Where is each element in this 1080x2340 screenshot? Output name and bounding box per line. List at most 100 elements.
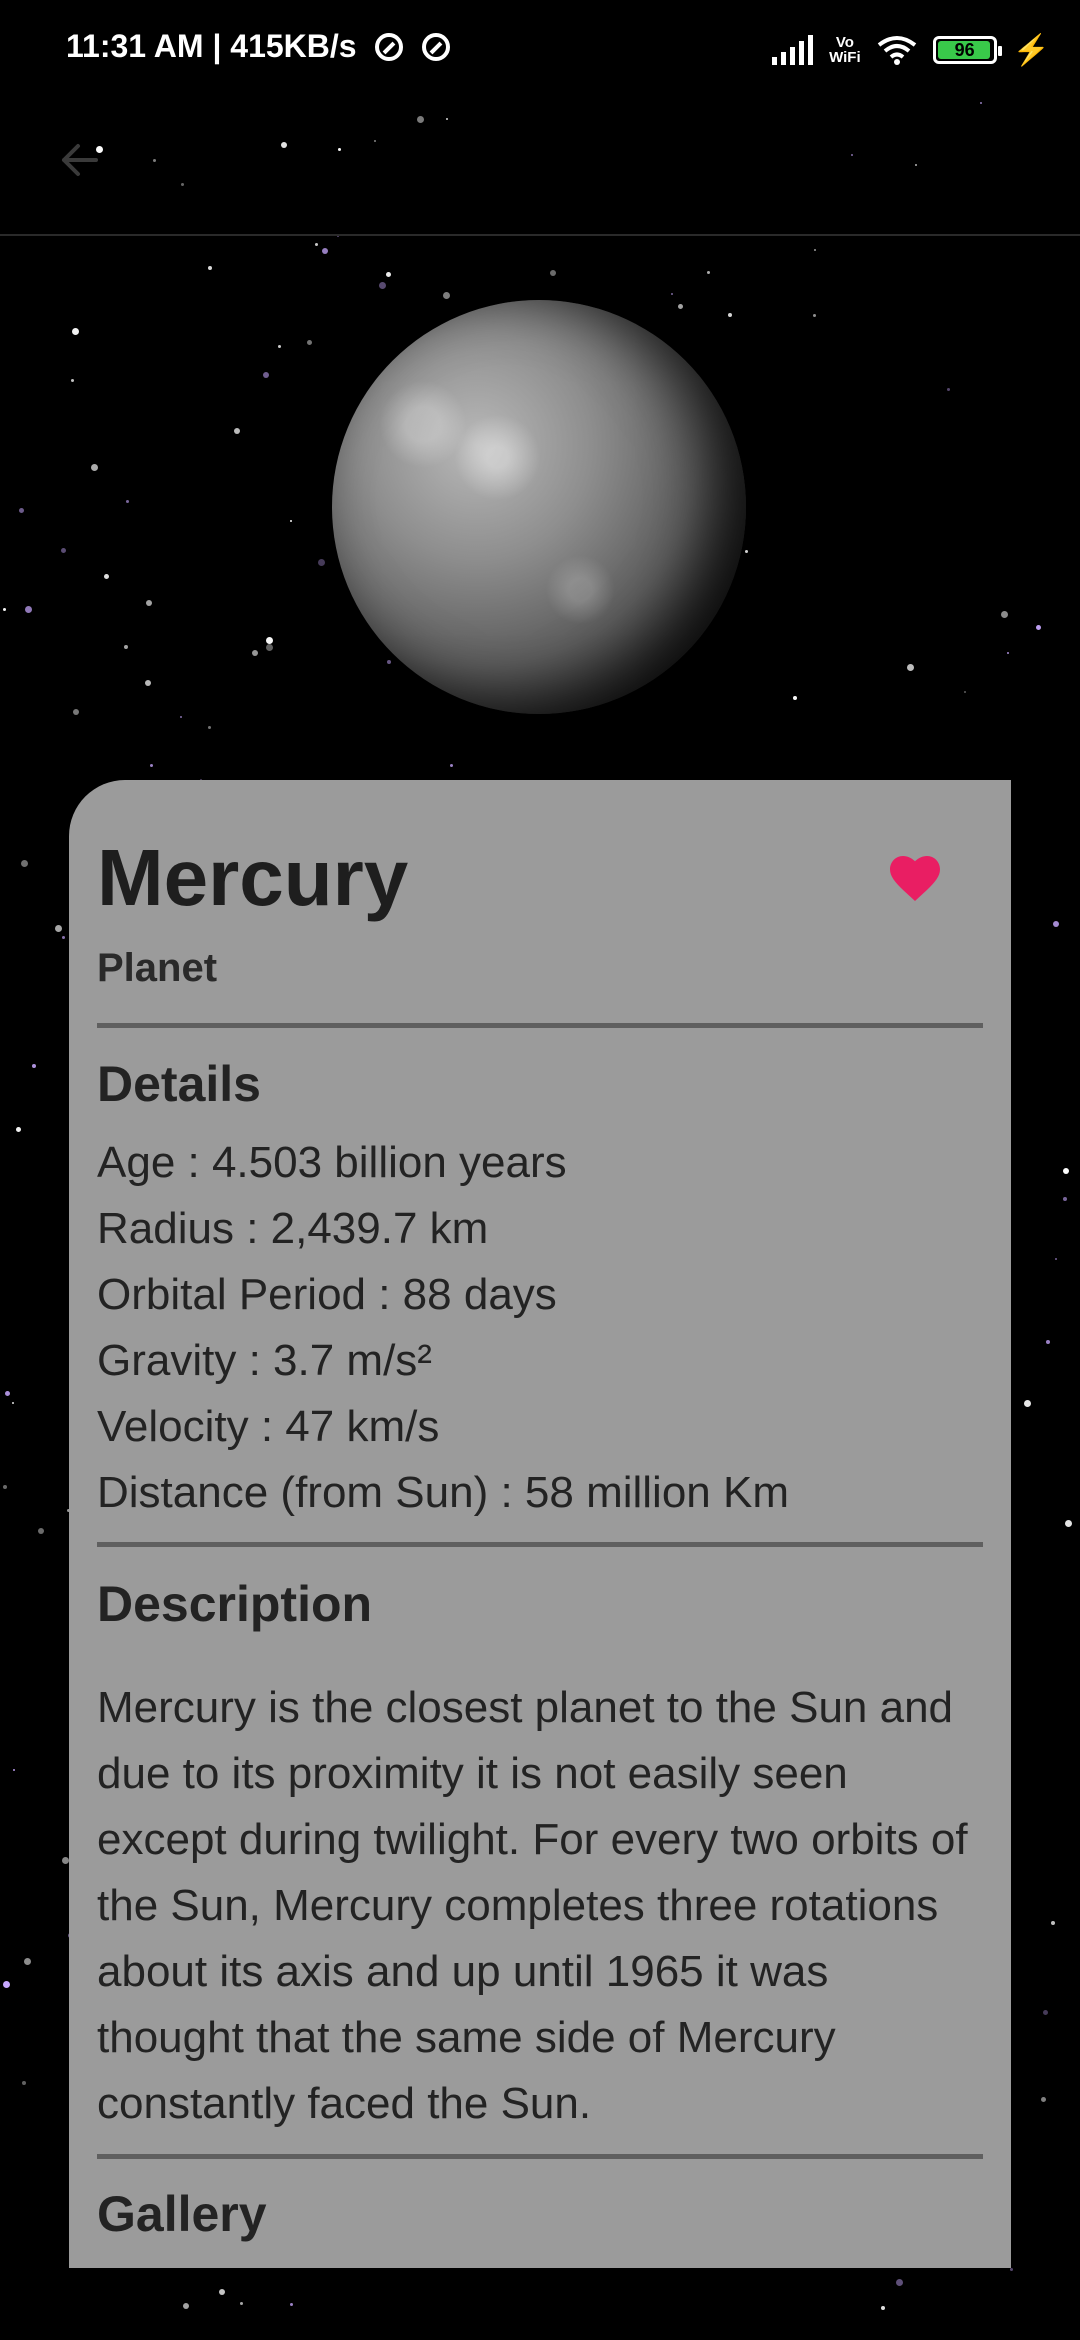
star [443, 292, 450, 299]
details-list: Age : 4.503 billion years Radius : 2,439… [97, 1130, 789, 1526]
star [322, 248, 328, 254]
star [1053, 921, 1059, 927]
planet-image [332, 300, 746, 714]
star [71, 379, 74, 382]
star [13, 1769, 15, 1771]
star [1051, 1921, 1055, 1925]
star [3, 1485, 7, 1489]
star [24, 1958, 31, 1965]
star [183, 2303, 189, 2309]
notification-icon [375, 33, 404, 61]
planet-type: Planet [97, 946, 218, 990]
charging-icon: ⚡ [1012, 33, 1050, 67]
star [315, 243, 318, 246]
arrow-left-icon[interactable] [50, 130, 110, 190]
star [16, 1127, 21, 1132]
star [1041, 2097, 1046, 2102]
star [1036, 625, 1041, 630]
star [678, 304, 683, 309]
status-bar: 11:31 AM | 415KB/s Vo WiFi 96 ⚡ [0, 0, 1080, 100]
star [73, 709, 79, 715]
star [3, 608, 6, 611]
detail-age: Age : 4.503 billion years [97, 1138, 567, 1187]
detail-distance: Distance (from Sun) : 58 million Km [97, 1468, 789, 1517]
star [104, 574, 109, 579]
star [1055, 1258, 1057, 1260]
wifi-icon [877, 36, 916, 65]
star [150, 764, 153, 767]
star [72, 328, 79, 335]
star [266, 644, 273, 651]
star [386, 272, 391, 277]
star [450, 764, 453, 767]
star [38, 1528, 44, 1534]
star [208, 266, 212, 270]
star [307, 340, 312, 345]
star [91, 464, 98, 471]
star [25, 606, 32, 613]
star [1024, 1400, 1031, 1407]
star [671, 293, 673, 295]
star [387, 660, 391, 664]
star [964, 691, 966, 693]
star [1010, 2268, 1013, 2271]
star [881, 2306, 885, 2310]
star [290, 520, 292, 522]
star [55, 925, 62, 932]
star [263, 372, 269, 378]
description-heading: Description [97, 1576, 373, 1632]
battery-icon: 96 [932, 36, 1002, 64]
star [180, 716, 182, 718]
planet-name: Mercury [97, 833, 409, 922]
star [1046, 1340, 1050, 1344]
star [208, 726, 211, 729]
star [814, 249, 816, 251]
app-bar [0, 100, 1080, 236]
star [62, 1857, 69, 1864]
signal-icon [772, 35, 814, 65]
star [5, 1391, 10, 1396]
star [124, 645, 128, 649]
star [728, 313, 732, 317]
star [234, 428, 240, 434]
star [146, 600, 152, 606]
star [266, 637, 273, 644]
star [22, 2081, 26, 2085]
star [1065, 1520, 1072, 1527]
star [32, 1064, 36, 1068]
divider [97, 1023, 983, 1028]
gallery-heading: Gallery [97, 2186, 267, 2242]
star [252, 650, 258, 656]
star [219, 2289, 225, 2295]
details-heading: Details [97, 1056, 261, 1112]
star [3, 1981, 10, 1988]
star [793, 696, 797, 700]
star [379, 282, 386, 289]
star [1001, 611, 1008, 618]
description-text: Mercury is the closest planet to the Sun… [97, 1683, 968, 2128]
star [947, 388, 950, 391]
star [1043, 2010, 1048, 2015]
star [318, 559, 325, 566]
status-icons: Vo WiFi 96 ⚡ [772, 30, 1050, 70]
star [290, 2303, 293, 2306]
divider [97, 1542, 983, 1547]
star [61, 548, 66, 553]
notification-icon [422, 33, 451, 61]
star [1063, 1197, 1067, 1201]
detail-velocity: Velocity : 47 km/s [97, 1402, 440, 1451]
star [813, 314, 816, 317]
star [907, 664, 914, 671]
status-time: 11:31 AM | 415KB/s [66, 28, 451, 65]
star [21, 860, 28, 867]
star [1063, 1168, 1069, 1174]
star [126, 500, 129, 503]
star [896, 2279, 903, 2286]
star [278, 345, 281, 348]
detail-radius: Radius : 2,439.7 km [97, 1204, 489, 1253]
star [240, 2302, 243, 2305]
heart-icon[interactable] [885, 848, 945, 904]
planet-info-card: Mercury Planet Details Age : 4.503 billi… [69, 780, 1011, 2268]
star [145, 680, 151, 686]
star [19, 508, 24, 513]
